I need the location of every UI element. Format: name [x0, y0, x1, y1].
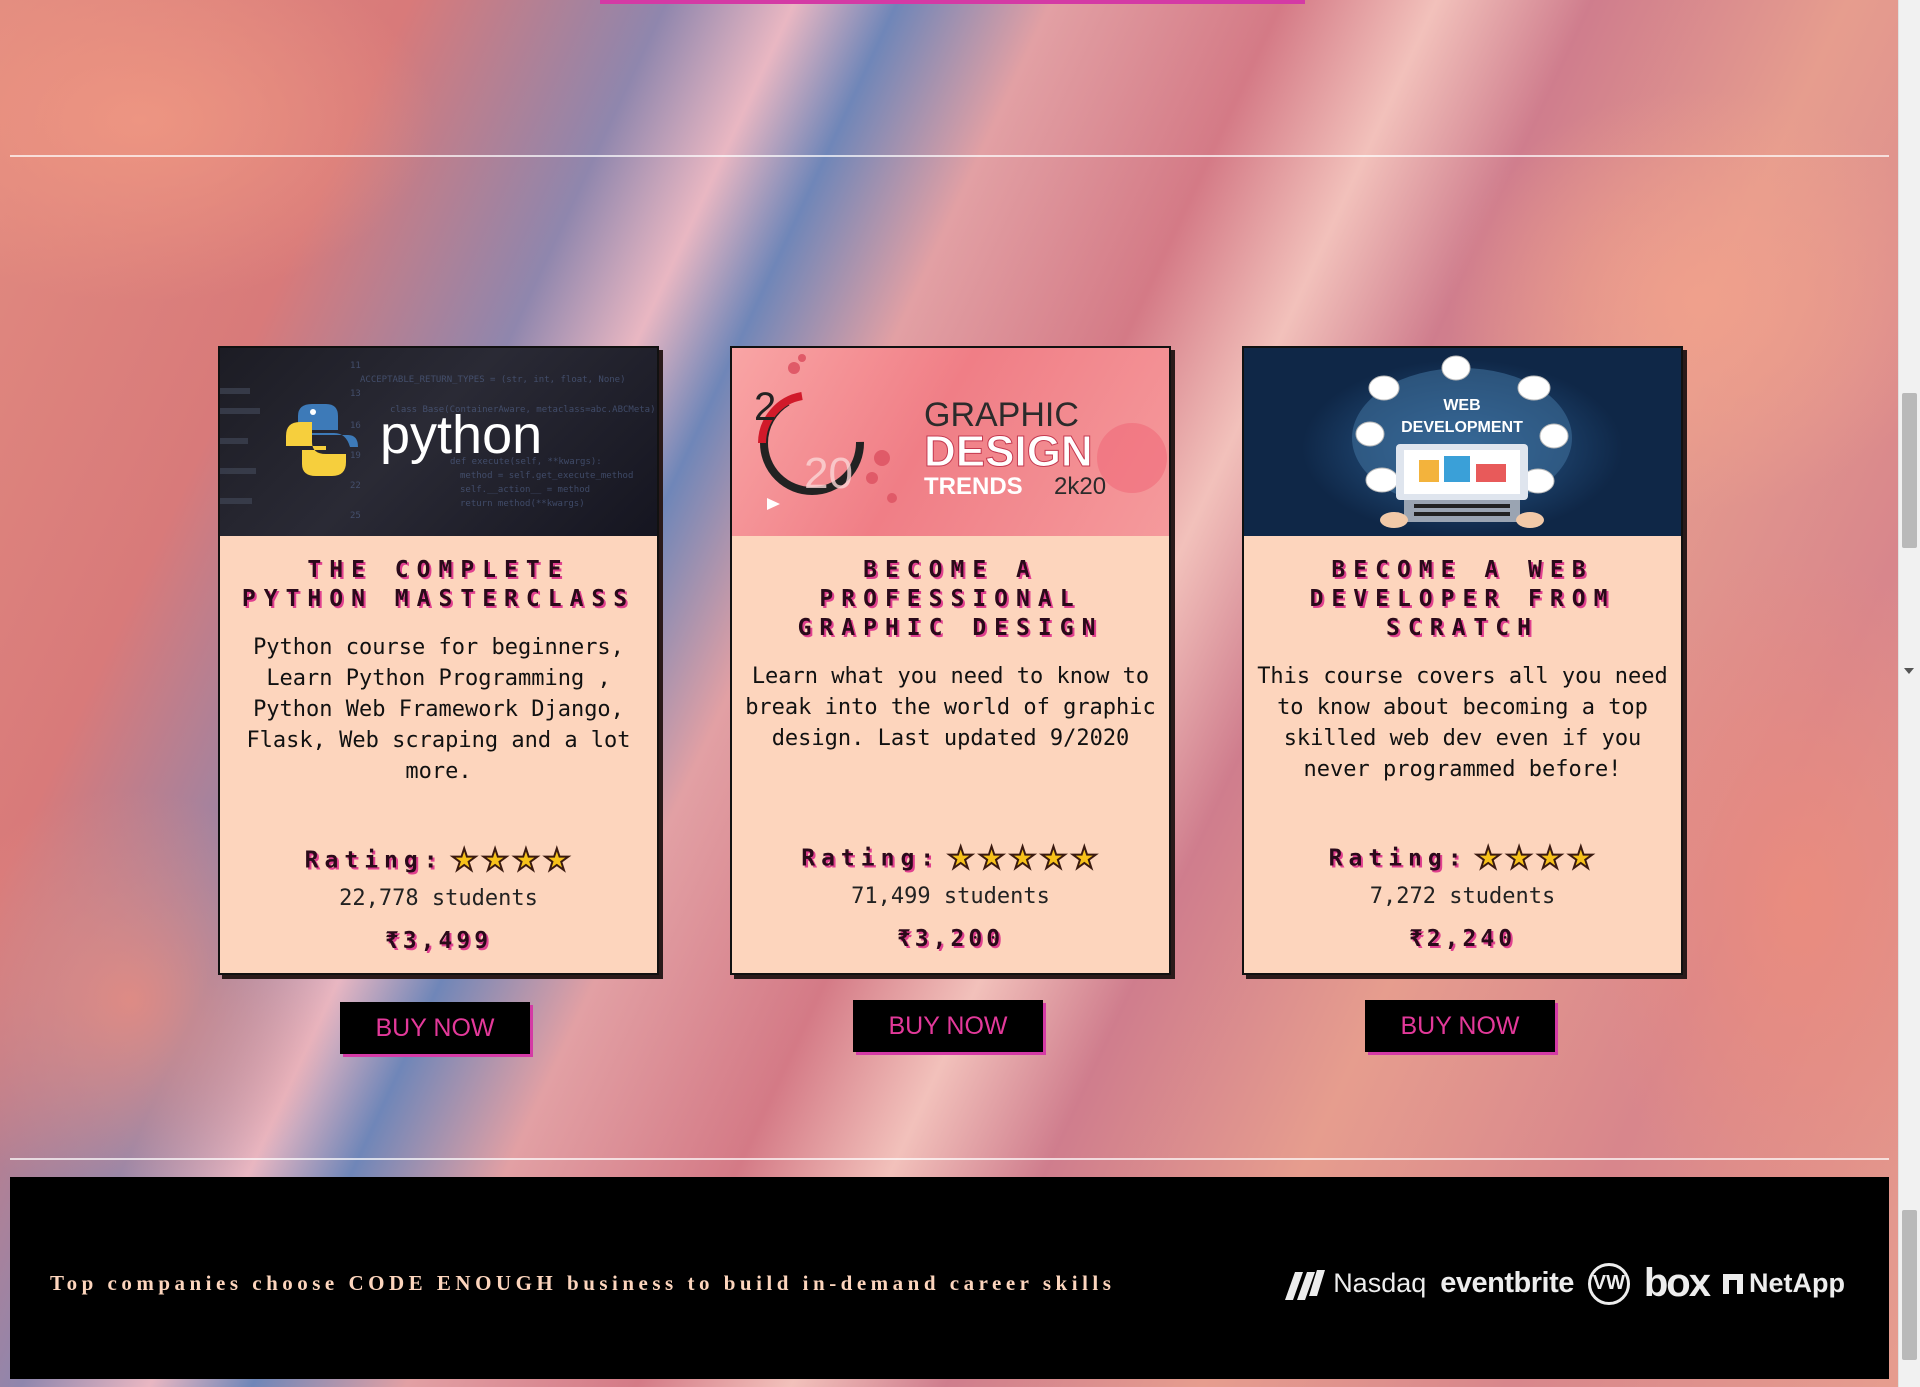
star-icon: ★ — [1039, 840, 1068, 877]
buy-now-button-python[interactable]: BUY NOW — [340, 1002, 530, 1054]
scrollbar-thumb-secondary[interactable] — [1902, 1210, 1917, 1360]
course-title: BECOME A WEB DEVELOPER FROM SCRATCH — [1309, 557, 1616, 641]
company-logos: Nasdaq eventbrite VW box NetApp — [1283, 1261, 1845, 1306]
svg-text:2k20: 2k20 — [1054, 473, 1106, 500]
star-icon: ★ — [946, 840, 975, 877]
rating-label: Rating: — [304, 847, 444, 874]
box-logo: box — [1643, 1261, 1711, 1305]
star-icon: ★ — [1474, 840, 1503, 877]
graphic-design-course-image: 2 20 GRAPHIC DESIGN TRENDS 2k20 — [732, 348, 1169, 536]
rating-row: Rating: ★ ★ ★ ★ ★ — [732, 840, 1169, 877]
star-icon: ★ — [1008, 840, 1037, 877]
student-count: 22,778 students — [339, 886, 538, 911]
svg-text:25: 25 — [350, 511, 361, 521]
star-icon: ★ — [1536, 840, 1565, 877]
rating-row: Rating: ★ ★ ★ ★ — [220, 842, 657, 879]
rating-row: Rating: ★ ★ ★ ★ — [1244, 840, 1681, 877]
course-description: This course covers all you need to know … — [1257, 664, 1668, 782]
course-card-web-dev: WEB DEVELOPMENT BECOME A WEB DEVELOPER F… — [1242, 346, 1683, 975]
star-icon: ★ — [542, 842, 571, 879]
course-card-python: ACCEPTABLE_RETURN_TYPES = (str, int, flo… — [218, 346, 659, 975]
star-icon: ★ — [512, 842, 541, 879]
footer-tagline: Top companies choose CODE ENOUGH busines… — [50, 1271, 1116, 1295]
course-title: THE COMPLETE PYTHON MASTERCLASS — [241, 557, 636, 612]
svg-text:ACCEPTABLE_RETURN_TYPES = (str: ACCEPTABLE_RETURN_TYPES = (str, int, flo… — [360, 375, 626, 385]
scrollbar-thumb[interactable] — [1902, 393, 1917, 548]
svg-text:13: 13 — [350, 389, 361, 399]
rating-label: Rating: — [1328, 845, 1468, 872]
star-icon: ★ — [1070, 840, 1099, 877]
svg-text:WEB: WEB — [1443, 397, 1480, 414]
vertical-scrollbar[interactable] — [1898, 0, 1920, 1387]
star-icon: ★ — [1566, 840, 1595, 877]
student-count: 71,499 students — [851, 884, 1050, 909]
course-card-graphic-design: 2 20 GRAPHIC DESIGN TRENDS 2k20 BECOME A… — [730, 346, 1171, 975]
svg-text:22: 22 — [350, 481, 361, 491]
nasdaq-mark-icon — [1285, 1269, 1326, 1300]
svg-text:method = self.get_execute_meth: method = self.get_execute_method — [460, 471, 633, 481]
eventbrite-logo: eventbrite — [1440, 1267, 1574, 1299]
course-description: Python course for beginners, Learn Pytho… — [246, 635, 631, 784]
svg-text:2: 2 — [754, 385, 776, 429]
star-icon: ★ — [450, 842, 479, 879]
nasdaq-logo: Nasdaq — [1283, 1266, 1426, 1302]
svg-text:19: 19 — [350, 451, 361, 461]
netapp-logo-text: NetApp — [1749, 1268, 1845, 1298]
svg-text:DEVELOPMENT: DEVELOPMENT — [1401, 419, 1523, 436]
scroll-down-arrow-icon[interactable] — [1904, 668, 1914, 674]
svg-text:20: 20 — [804, 449, 853, 498]
svg-text:11: 11 — [350, 361, 361, 371]
course-price: ₹3,200 — [896, 926, 1005, 952]
svg-text:self.__action__ = method: self.__action__ = method — [460, 485, 590, 495]
star-icon: ★ — [977, 840, 1006, 877]
star-icon: ★ — [481, 842, 510, 879]
course-description: Learn what you need to know to break int… — [745, 664, 1156, 751]
svg-text:return method(**kwargs): return method(**kwargs) — [460, 499, 585, 509]
web-development-course-image: WEB DEVELOPMENT — [1244, 348, 1681, 536]
rating-label: Rating: — [801, 845, 941, 872]
nasdaq-logo-text: Nasdaq — [1333, 1268, 1427, 1298]
course-price: ₹3,499 — [384, 928, 493, 954]
buy-now-button-graphic-design[interactable]: BUY NOW — [853, 1000, 1043, 1052]
netapp-mark-icon — [1723, 1273, 1743, 1294]
footer: Top companies choose CODE ENOUGH busines… — [10, 1177, 1889, 1379]
python-course-image: ACCEPTABLE_RETURN_TYPES = (str, int, flo… — [220, 348, 657, 536]
svg-text:python: python — [380, 405, 542, 465]
student-count: 7,272 students — [1369, 884, 1556, 909]
volkswagen-logo: VW — [1587, 1262, 1630, 1305]
course-title: BECOME A PROFESSIONAL GRAPHIC DESIGN — [797, 557, 1104, 641]
section-divider-bottom — [10, 1158, 1889, 1160]
section-divider-top — [10, 155, 1889, 157]
svg-text:DESIGN: DESIGN — [924, 427, 1093, 476]
netapp-logo: NetApp — [1723, 1268, 1845, 1299]
star-icon: ★ — [1505, 840, 1534, 877]
svg-text:TRENDS: TRENDS — [924, 473, 1023, 500]
top-accent-bar — [600, 0, 1305, 4]
buy-now-button-web-dev[interactable]: BUY NOW — [1365, 1000, 1555, 1052]
course-price: ₹2,240 — [1408, 926, 1517, 952]
svg-text:16: 16 — [350, 421, 361, 431]
